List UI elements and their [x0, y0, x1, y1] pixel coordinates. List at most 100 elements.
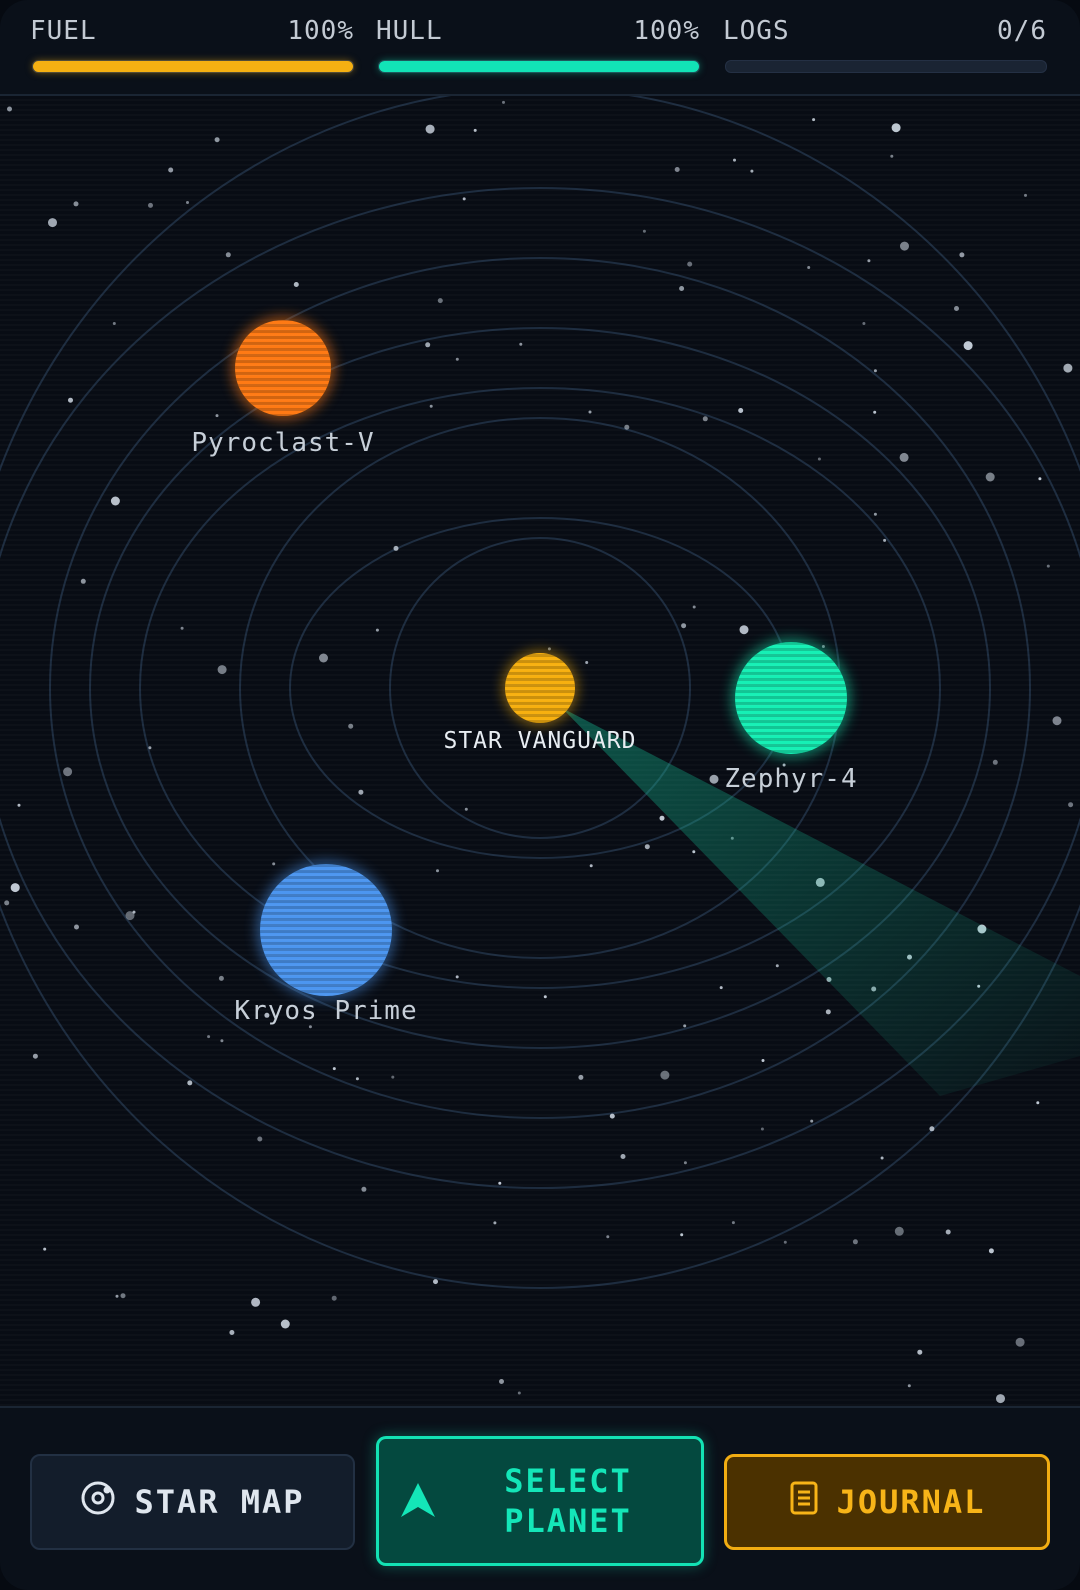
star [391, 1075, 395, 1079]
star [4, 900, 10, 906]
star [217, 665, 227, 675]
star [74, 924, 79, 930]
star [894, 1226, 904, 1236]
star [738, 408, 744, 413]
star [120, 1293, 126, 1299]
star [433, 1279, 438, 1285]
star [873, 512, 877, 516]
star [272, 862, 276, 866]
planet-pyroclast-v[interactable] [231, 316, 335, 420]
star [917, 1349, 923, 1355]
star [464, 807, 468, 811]
star [891, 123, 901, 133]
select-planet-button[interactable]: SELECT PLANET [376, 1436, 704, 1566]
star [907, 1384, 911, 1388]
star [862, 322, 866, 325]
fuel-value: 100% [287, 16, 354, 46]
ship-label: STAR VANGUARD [443, 728, 637, 754]
star [462, 197, 466, 201]
hull-value: 100% [633, 16, 700, 46]
logs-label: LOGS [723, 16, 790, 46]
star [498, 1181, 502, 1185]
action-bar: STAR MAP SELECT PLANET JOURNAL [0, 1406, 1080, 1590]
planet-label-zephyr-4: Zephyr-4 [724, 764, 858, 794]
star [1046, 564, 1050, 568]
hull-bar-track [378, 60, 700, 73]
star [293, 282, 299, 287]
planet-label-kryos-prime: Kryos Prime [234, 996, 418, 1026]
star [115, 1294, 119, 1298]
star [214, 137, 220, 143]
star [996, 1394, 1005, 1404]
star [709, 774, 719, 784]
star [473, 128, 477, 132]
star-map-button[interactable]: STAR MAP [30, 1454, 355, 1550]
star [1038, 477, 1042, 481]
star [220, 1039, 224, 1043]
star [659, 815, 665, 821]
star [519, 342, 523, 346]
star [425, 342, 431, 348]
star [609, 1113, 615, 1119]
star [493, 1221, 497, 1225]
star [425, 124, 435, 134]
star [186, 201, 189, 204]
star [578, 1074, 584, 1080]
star [218, 975, 224, 981]
star [393, 545, 399, 551]
star [63, 767, 73, 777]
star [683, 1024, 687, 1028]
star [812, 118, 816, 122]
star [733, 158, 736, 162]
star [954, 306, 959, 311]
star [215, 414, 219, 418]
star [660, 1070, 670, 1080]
star-map-label: STAR MAP [134, 1483, 305, 1521]
star [929, 1126, 935, 1132]
star [502, 100, 505, 104]
star [963, 341, 973, 351]
star [355, 1077, 359, 1081]
star [683, 1161, 687, 1165]
star [992, 759, 998, 765]
star [251, 1297, 261, 1307]
star [1024, 193, 1027, 197]
star [32, 1053, 38, 1059]
journal-button[interactable]: JOURNAL [724, 1454, 1050, 1550]
star [750, 169, 754, 173]
star [680, 1233, 684, 1237]
journal-label: JOURNAL [836, 1483, 986, 1521]
star [148, 202, 153, 208]
star [110, 496, 120, 506]
star [985, 472, 995, 482]
star [17, 803, 21, 807]
star [687, 261, 693, 267]
planet-zephyr-4[interactable] [731, 638, 851, 758]
star [810, 1119, 814, 1123]
star [644, 844, 650, 850]
star [775, 964, 779, 968]
star [10, 883, 20, 893]
star [900, 241, 909, 251]
star [620, 1154, 626, 1159]
star [760, 1127, 764, 1131]
star [280, 1319, 290, 1329]
star [783, 1240, 787, 1244]
ship-star-vanguard[interactable] [502, 650, 578, 726]
star-map-view[interactable]: Pyroclast-V Zephyr-4 Kryos Prime STAR VA… [0, 96, 1080, 1406]
star [585, 661, 589, 664]
star [825, 1009, 831, 1015]
star [883, 538, 887, 542]
star [674, 167, 680, 172]
star [187, 1080, 193, 1086]
star [692, 605, 696, 609]
star [68, 397, 73, 403]
star [73, 201, 79, 207]
star [168, 167, 174, 173]
planet-kryos-prime[interactable] [256, 860, 396, 1000]
star [807, 266, 811, 269]
star [899, 452, 909, 462]
fuel-bar-fill [33, 61, 353, 72]
star [132, 910, 136, 914]
star [358, 789, 364, 795]
